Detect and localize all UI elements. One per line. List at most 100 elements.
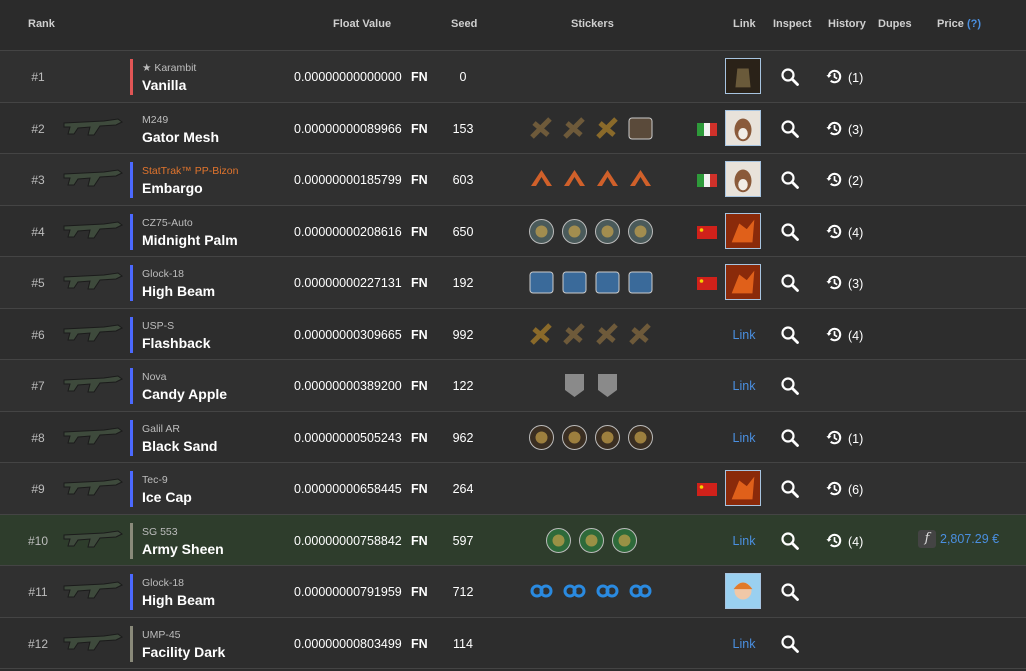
table-row[interactable]: #8 Galil AR Black Sand 0.00000000505243 FN 96… (0, 411, 1026, 463)
table-row[interactable]: #4 CZ75-Auto Midnight Palm 0.00000000208616… (0, 205, 1026, 257)
price-cell[interactable]: f 2,807.29 € (918, 529, 999, 548)
inspect-icon[interactable] (780, 119, 800, 139)
history-button[interactable]: (1) (825, 67, 863, 89)
blue-sticker-icon[interactable] (561, 269, 588, 296)
inspect-icon[interactable] (780, 67, 800, 87)
paint-seed: 597 (452, 533, 474, 548)
steam-link[interactable]: Link (725, 379, 763, 393)
table-row[interactable]: #6 USP-S Flashback 0.00000000309665 FN 992 Lin… (0, 308, 1026, 360)
history-button[interactable]: (4) (825, 531, 863, 553)
inspect-icon[interactable] (780, 376, 800, 396)
owner-avatar-link[interactable] (725, 264, 761, 300)
shield-sticker-icon[interactable] (594, 372, 621, 399)
round-sticker-icon[interactable] (627, 218, 654, 245)
table-row[interactable]: #10 SG 553 Army Sheen 0.00000000758842 FN 597… (0, 514, 1026, 566)
wear-badge: FN (411, 482, 428, 496)
rank-cell: #11 (28, 585, 48, 599)
table-row[interactable]: #11 Glock-18 High Beam 0.00000000791959 FN 71… (0, 566, 1026, 618)
round-sticker-icon[interactable] (594, 218, 621, 245)
round-sticker-icon[interactable] (528, 218, 555, 245)
steam-link[interactable]: Link (725, 328, 763, 342)
gold-sticker-icon[interactable] (594, 115, 621, 142)
price-help-link[interactable]: (?) (967, 18, 981, 30)
dark-sticker-icon[interactable] (594, 424, 621, 451)
history-button[interactable]: (4) (825, 325, 863, 347)
history-button[interactable]: (3) (825, 273, 863, 295)
crown-sticker-icon[interactable] (594, 321, 621, 348)
owner-avatar-link[interactable] (725, 573, 761, 609)
inspect-icon[interactable] (780, 479, 800, 499)
float-value: 0.00000000309665 (294, 327, 402, 342)
gold-sticker-icon[interactable] (528, 321, 555, 348)
crown-sticker-icon[interactable] (561, 321, 588, 348)
table-row[interactable]: #1 ★ Karambit Vanilla 0.00000000000000 FN 0 (1… (0, 51, 1026, 103)
header-stickers: Stickers (571, 18, 614, 30)
blue-sticker-icon[interactable] (528, 269, 555, 296)
inspect-icon[interactable] (780, 273, 800, 293)
steam-link[interactable]: Link (725, 534, 763, 548)
rarity-bar (130, 162, 133, 198)
orange-sticker-icon[interactable] (594, 166, 621, 193)
table-row[interactable]: #12 UMP-45 Facility Dark 0.00000000803499 FN… (0, 617, 1026, 669)
orange-sticker-icon[interactable] (627, 166, 654, 193)
inspect-icon[interactable] (780, 634, 800, 654)
owner-avatar-link[interactable] (725, 58, 761, 94)
paint-seed: 192 (452, 276, 474, 290)
crown-sticker-icon[interactable] (528, 115, 555, 142)
sticker-list (525, 527, 657, 555)
header-history: History (828, 18, 866, 30)
rank-cell: #9 (31, 482, 45, 496)
history-button[interactable]: (4) (825, 222, 863, 244)
paint-seed: 962 (452, 430, 474, 445)
history-button[interactable]: (2) (825, 170, 863, 192)
inspect-icon[interactable] (780, 531, 800, 551)
owner-avatar-link[interactable] (725, 161, 761, 197)
table-row[interactable]: #7 Nova Candy Apple 0.00000000389200 FN 122 Li… (0, 360, 1026, 412)
weapon-thumbnail (60, 572, 126, 610)
table-row[interactable]: #3 StatTrak™ PP-Bizon Embargo 0.00000000185… (0, 154, 1026, 206)
owner-avatar-link[interactable] (725, 212, 761, 249)
cloud9-sticker-icon[interactable] (561, 578, 588, 605)
green-sticker-icon[interactable] (545, 527, 572, 554)
inspect-icon[interactable] (780, 222, 800, 242)
inspect-icon[interactable] (780, 428, 800, 448)
dark-sticker-icon[interactable] (528, 424, 555, 451)
history-icon (825, 67, 844, 89)
table-header: Rank Float Value Seed Stickers Link Insp… (0, 0, 1026, 51)
owner-avatar-link[interactable] (725, 470, 761, 506)
history-button[interactable]: (1) (825, 428, 863, 450)
orange-sticker-icon[interactable] (528, 166, 555, 193)
history-button[interactable]: (3) (825, 119, 863, 141)
blue-sticker-icon[interactable] (594, 269, 621, 296)
tag-sticker-icon[interactable] (627, 115, 654, 142)
blue-sticker-icon[interactable] (627, 269, 654, 296)
dark-sticker-icon[interactable] (561, 424, 588, 451)
green-sticker-icon[interactable] (578, 527, 605, 554)
inspect-icon[interactable] (780, 325, 800, 345)
float-value: 0.00000000000000 (294, 70, 402, 84)
inspect-icon[interactable] (780, 582, 800, 602)
cloud9-sticker-icon[interactable] (594, 578, 621, 605)
orange-sticker-icon[interactable] (561, 166, 588, 193)
green-sticker-icon[interactable] (611, 527, 638, 554)
cloud9-sticker-icon[interactable] (528, 578, 555, 605)
shield-sticker-icon[interactable] (561, 372, 588, 399)
inspect-icon[interactable] (780, 170, 800, 190)
steam-link[interactable]: Link (725, 431, 763, 445)
round-sticker-icon[interactable] (561, 218, 588, 245)
table-row[interactable]: #9 Tec-9 Ice Cap 0.00000000658445 FN 264 (6) (0, 463, 1026, 515)
history-button[interactable]: (6) (825, 479, 863, 501)
dark-sticker-icon[interactable] (627, 424, 654, 451)
table-row[interactable]: #2 M249 Gator Mesh 0.00000000089966 FN 153 (3) (0, 102, 1026, 154)
weapon-type: Nova (142, 371, 167, 383)
sticker-list (525, 63, 657, 91)
crown-sticker-icon[interactable] (561, 115, 588, 142)
crown-sticker-icon[interactable] (627, 321, 654, 348)
cloud9-sticker-icon[interactable] (627, 578, 654, 605)
steam-link[interactable]: Link (725, 637, 763, 651)
weapon-type: Galil AR (142, 422, 180, 435)
owner-avatar-link[interactable] (725, 109, 761, 146)
rarity-bar (130, 522, 133, 559)
table-row[interactable]: #5 Glock-18 High Beam 0.00000000227131 FN 192… (0, 257, 1026, 309)
header-price-label: Price (937, 18, 964, 30)
